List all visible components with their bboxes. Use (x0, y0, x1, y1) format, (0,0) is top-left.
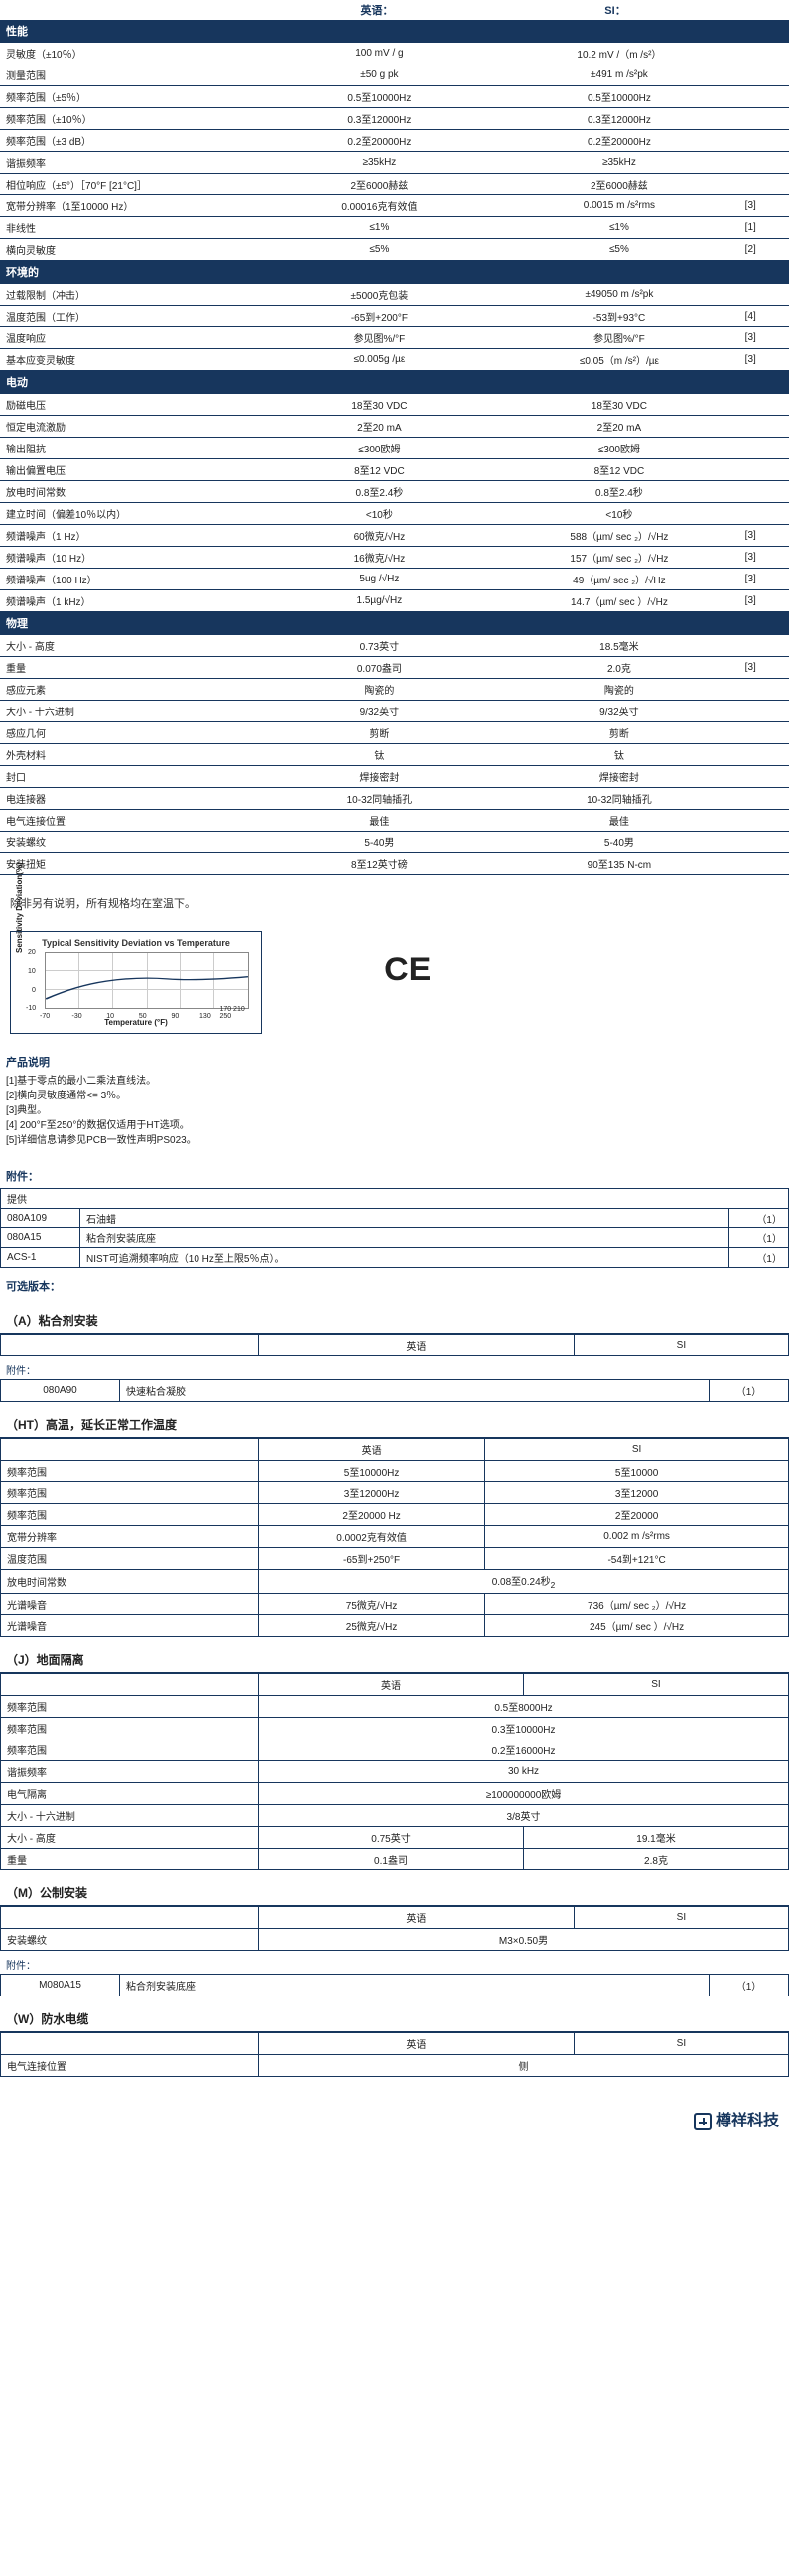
col-si: SI： (496, 0, 734, 20)
opt-w-head: （W）防水电缆 (0, 1996, 789, 2032)
sensitivity-chart: Typical Sensitivity Deviation vs Tempera… (10, 931, 262, 1034)
optional-versions-heading: 可选版本： (0, 1268, 789, 1298)
chart-xlabel: Temperature (°F) (17, 1018, 255, 1027)
opt-w-table: 英语SI电气连接位置侧 (0, 2032, 789, 2077)
opt-m-table: 英语SI安装螺纹M3×0.50男 (0, 1906, 789, 1951)
ce-mark-icon: CE (384, 951, 431, 989)
opt-a-acc: 080A90快速粘合凝胶（1） (0, 1379, 789, 1402)
chart-ylabel: Sensitivity Deviation(%) (15, 862, 24, 953)
product-notes-heading: 产品说明 (0, 1044, 789, 1074)
opt-a-head: （A）粘合剂安装 (0, 1298, 789, 1334)
room-temp-note: 除非另有说明，所有规格均在室温下。 (0, 875, 789, 921)
chart-title: Typical Sensitivity Deviation vs Tempera… (17, 938, 255, 948)
accessories-table: 提供 080A109石油蜡（1）080A15粘合剂安装底座（1）ACS-1NIS… (0, 1188, 789, 1268)
opt-j-head: （J）地面隔离 (0, 1637, 789, 1673)
spec-table: 英语：SI： (0, 0, 789, 20)
accessories-heading: 附件： (0, 1158, 789, 1188)
opt-ht-table: 英语SI频率范围5至10000Hz5至10000频率范围3至12000Hz3至1… (0, 1438, 789, 1637)
opt-a-table: 英语SI (0, 1334, 789, 1356)
logo-icon (694, 2113, 712, 2130)
col-en: 英语： (258, 0, 496, 20)
opt-m-head: （M）公制安装 (0, 1870, 789, 1906)
footer-logo: 樽祥科技 (0, 2077, 789, 2140)
opt-j-table: 英语SI频率范围0.5至8000Hz频率范围0.3至10000Hz频率范围0.2… (0, 1673, 789, 1870)
opt-m-acc: M080A15粘合剂安装底座（1） (0, 1974, 789, 1996)
opt-ht-head: （HT）高温，延长正常工作温度 (0, 1402, 789, 1438)
product-notes: [1]基于零点的最小二乘法直线法。[2]横向灵敏度通常<= 3％。[3]典型。[… (0, 1074, 789, 1158)
